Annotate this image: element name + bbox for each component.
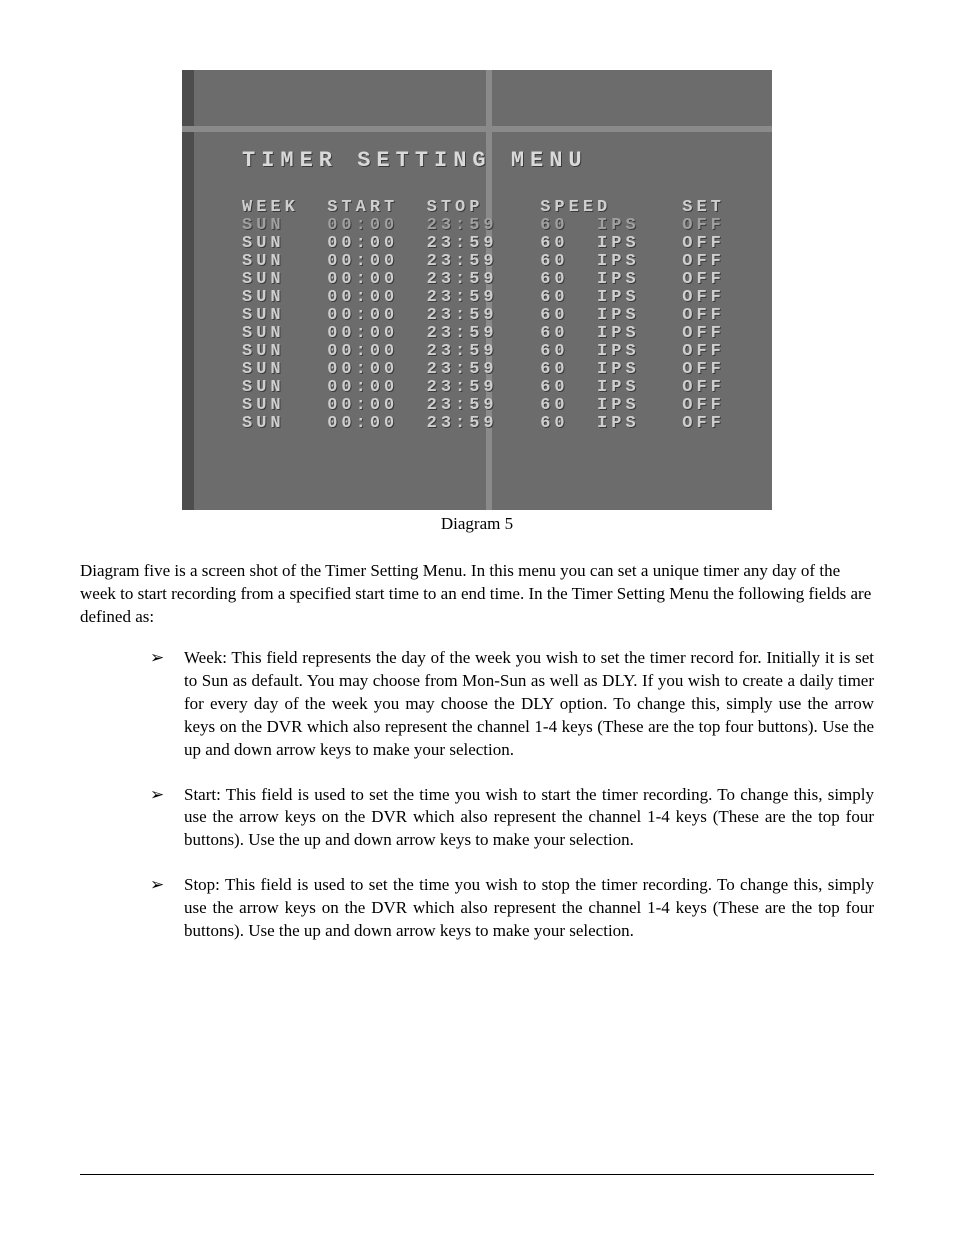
osd-data-row: SUN 00:00 23:59 60 IPS OFF (242, 307, 732, 325)
intro-paragraph: Diagram five is a screen shot of the Tim… (80, 560, 874, 629)
diagram-figure: TIMER SETTING MENU WEEK START STOP SPEED… (182, 70, 772, 534)
osd-data-row: SUN 00:00 23:59 60 IPS OFF (242, 361, 732, 379)
bullet-item: Stop: This field is used to set the time… (150, 874, 874, 943)
figure-caption: Diagram 5 (182, 514, 772, 534)
osd-data-row: SUN 00:00 23:59 60 IPS OFF (242, 397, 732, 415)
osd-data-row: SUN 00:00 23:59 60 IPS OFF (242, 415, 732, 433)
osd-table: WEEK START STOP SPEED SETSUN 00:00 23:59… (242, 199, 732, 433)
osd-data-row: SUN 00:00 23:59 60 IPS OFF (242, 289, 732, 307)
osd-header-row: WEEK START STOP SPEED SET (242, 199, 732, 217)
osd-data-row: SUN 00:00 23:59 60 IPS OFF (242, 343, 732, 361)
bullet-list: Week: This field represents the day of t… (150, 647, 874, 943)
osd-data-row: SUN 00:00 23:59 60 IPS OFF (242, 235, 732, 253)
osd-data-row: SUN 00:00 23:59 60 IPS OFF (242, 253, 732, 271)
osd-data-row: SUN 00:00 23:59 60 IPS OFF (242, 217, 732, 235)
document-page: TIMER SETTING MENU WEEK START STOP SPEED… (0, 0, 954, 1235)
body-text: Diagram five is a screen shot of the Tim… (80, 560, 874, 943)
osd-content: TIMER SETTING MENU WEEK START STOP SPEED… (242, 148, 732, 433)
osd-left-edge (182, 70, 194, 510)
osd-title: TIMER SETTING MENU (242, 148, 732, 173)
osd-data-row: SUN 00:00 23:59 60 IPS OFF (242, 325, 732, 343)
bullet-item: Week: This field represents the day of t… (150, 647, 874, 762)
osd-data-row: SUN 00:00 23:59 60 IPS OFF (242, 271, 732, 289)
footer-rule (80, 1174, 874, 1175)
bullet-item: Start: This field is used to set the tim… (150, 784, 874, 853)
osd-horizontal-divider (182, 126, 772, 132)
osd-data-row: SUN 00:00 23:59 60 IPS OFF (242, 379, 732, 397)
osd-screen: TIMER SETTING MENU WEEK START STOP SPEED… (182, 70, 772, 510)
